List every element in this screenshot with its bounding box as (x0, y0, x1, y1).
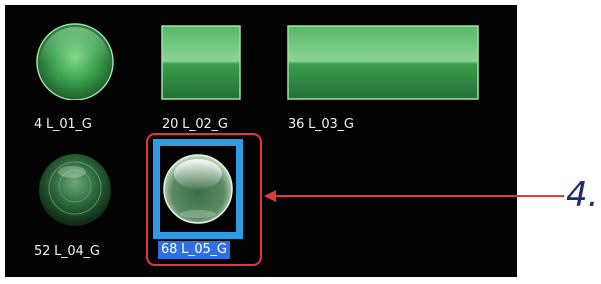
thumbnail-l01[interactable]: 4 L_01_G (30, 22, 120, 132)
callout-number: 4. (566, 175, 599, 215)
green-circle-icon (36, 23, 114, 101)
thumbnail-l04[interactable]: 52 L_04_G (30, 150, 120, 260)
thumbnail-label: 36 L_03_G (288, 117, 354, 132)
callout-arrow-icon (264, 190, 564, 202)
thumbnail-l02[interactable]: 20 L_02_G (160, 22, 250, 132)
thumbnail-l05[interactable] (160, 146, 236, 232)
green-wide-rect-icon (287, 25, 479, 100)
thumbnail-label: 20 L_02_G (162, 117, 228, 132)
thumbnail-label-selected: 68 L_05_G (158, 241, 230, 259)
thumbnail-label: 52 L_04_G (34, 244, 100, 259)
thumbnail-l03[interactable]: 36 L_03_G (286, 22, 486, 132)
glass-sphere-icon (163, 154, 233, 224)
dark-green-sphere-icon (39, 154, 111, 226)
green-square-icon (161, 25, 241, 100)
thumbnail-label: 4 L_01_G (34, 117, 92, 132)
